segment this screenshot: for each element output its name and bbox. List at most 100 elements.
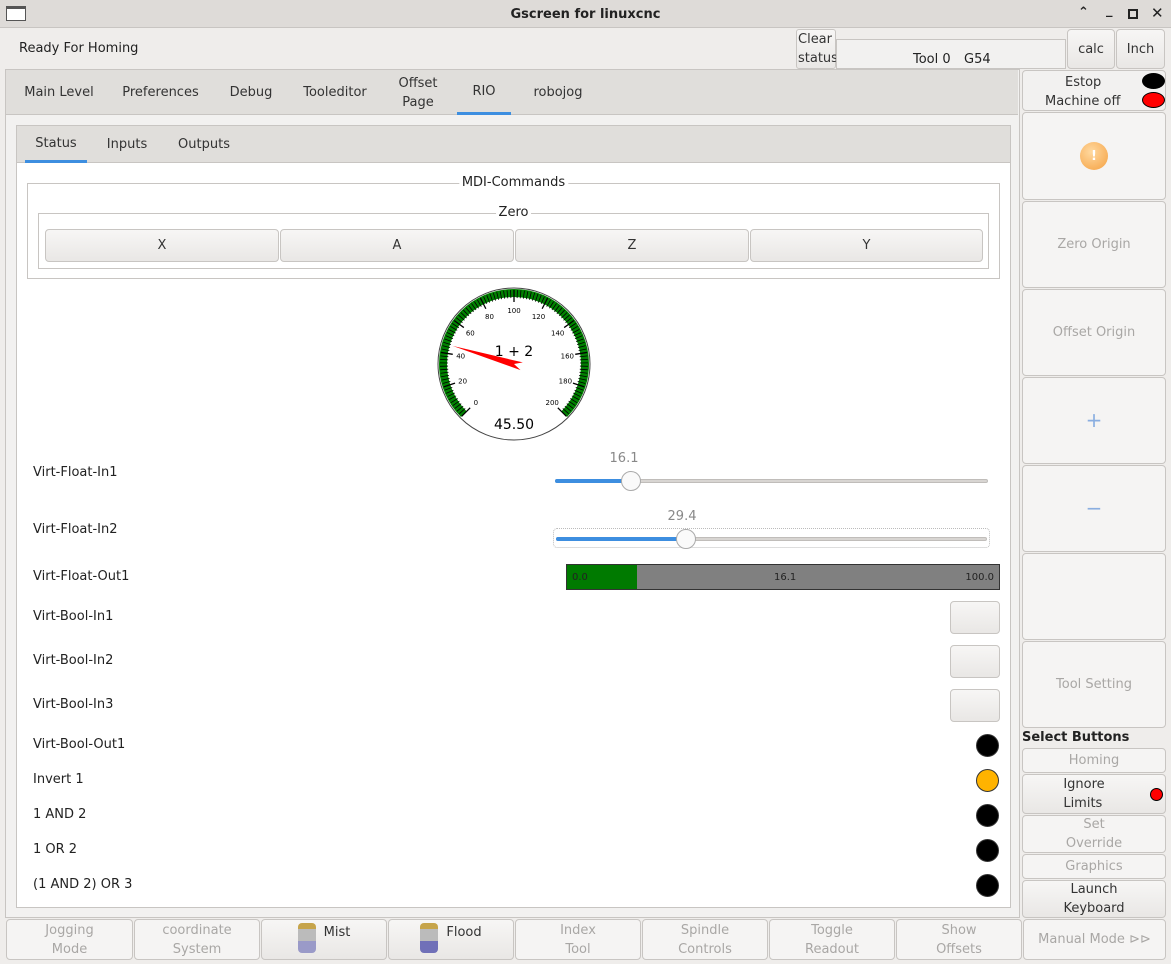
gauge-tick-label: 0 — [474, 399, 478, 407]
zero-a-button[interactable]: A — [280, 229, 514, 262]
machine-led — [1142, 92, 1165, 108]
gauge-tick-label: 140 — [551, 329, 564, 337]
float-out1-label: Virt-Float-Out1 — [33, 569, 130, 584]
homing-button[interactable]: Homing — [1022, 748, 1166, 773]
slider-fill — [555, 479, 632, 483]
select-buttons-title: Select Buttons — [1022, 730, 1130, 745]
clear-status-button[interactable]: Clear status — [796, 29, 838, 69]
gauge-tick — [579, 358, 588, 361]
tab-main-level[interactable]: Main Level — [16, 70, 102, 115]
float-in1-value: 16.1 — [609, 451, 639, 466]
close-button[interactable]: ✕ — [1151, 4, 1164, 22]
float-in2-slider[interactable] — [553, 528, 990, 549]
gauge-tick-label: 200 — [545, 399, 558, 407]
tool-number: Tool 0 — [913, 52, 951, 67]
invert1-led — [976, 769, 999, 792]
gauge-value: 45.50 — [494, 417, 534, 433]
bool-out1-led — [976, 734, 999, 757]
mist-button[interactable]: Mist — [261, 919, 387, 960]
gauge-tick — [440, 358, 449, 361]
blank-button[interactable] — [1022, 553, 1166, 640]
index-tool-button[interactable]: Index Tool — [515, 919, 641, 960]
gauge-tick-label: 60 — [466, 329, 475, 337]
coordinate-system-button[interactable]: coordinate System — [134, 919, 260, 960]
bool-in1-label: Virt-Bool-In1 — [33, 609, 114, 624]
subtab-bar — [17, 126, 1010, 163]
slider-fill — [556, 537, 688, 541]
show-offsets-button[interactable]: Show Offsets — [896, 919, 1022, 960]
and-or-led — [976, 874, 999, 897]
tab-tooleditor[interactable]: Tooleditor — [295, 70, 375, 115]
mist-label: Mist — [323, 925, 351, 940]
subtab-status[interactable]: Status — [25, 126, 87, 163]
calc-button[interactable]: calc — [1067, 29, 1115, 69]
ignore-limits-label: Ignore Limits — [1063, 777, 1105, 811]
mdi-commands-title: MDI-Commands — [458, 175, 569, 191]
tab-rio[interactable]: RIO — [457, 70, 511, 115]
float-in2-value: 29.4 — [667, 509, 697, 524]
zero-x-button[interactable]: X — [45, 229, 279, 262]
zero-z-button[interactable]: Z — [515, 229, 749, 262]
tab-offset-page[interactable]: Offset Page — [388, 70, 448, 115]
estop-label: Estop — [1065, 75, 1102, 90]
launch-keyboard-button[interactable]: Launch Keyboard — [1022, 880, 1166, 918]
gauge: 0204060801001201401601802001 + 245.50 — [437, 287, 591, 441]
window-title: Gscreen for linuxcnc — [510, 7, 661, 22]
float-in2-label: Virt-Float-In2 — [33, 522, 118, 537]
minus-button[interactable]: − — [1022, 465, 1166, 552]
progress-min: 0.0 — [572, 572, 588, 583]
tab-preferences[interactable]: Preferences — [113, 70, 208, 115]
manual-mode-button[interactable]: Manual Mode ⊳⊳ — [1023, 919, 1166, 960]
gauge-tick-label: 180 — [559, 378, 572, 386]
zero-origin-button[interactable]: Zero Origin — [1022, 201, 1166, 288]
or-label: 1 OR 2 — [33, 842, 78, 857]
plus-button[interactable]: + — [1022, 377, 1166, 464]
gauge-tick-label: 160 — [561, 353, 574, 361]
toggle-readout-button[interactable]: Toggle Readout — [769, 919, 895, 960]
ignore-limits-button[interactable]: Ignore Limits — [1022, 774, 1166, 814]
minimize-button[interactable]: _ — [1106, 3, 1113, 18]
bool-in3-label: Virt-Bool-In3 — [33, 697, 114, 712]
ignore-limits-led — [1150, 788, 1163, 801]
status-message: Ready For Homing — [19, 41, 139, 56]
subtab-outputs[interactable]: Outputs — [168, 126, 240, 163]
offset-origin-button[interactable]: Offset Origin — [1022, 289, 1166, 376]
flood-button[interactable]: Flood — [388, 919, 514, 960]
subtab-inputs[interactable]: Inputs — [97, 126, 157, 163]
bool-in3-button[interactable] — [950, 689, 1000, 722]
or-led — [976, 839, 999, 862]
estop-panel: Estop Machine off — [1022, 70, 1166, 111]
invert1-label: Invert 1 — [33, 772, 84, 787]
warning-icon: ! — [1080, 142, 1108, 170]
units-button[interactable]: Inch — [1116, 29, 1165, 69]
set-override-button[interactable]: Set Override — [1022, 815, 1166, 853]
gauge-tick-label: 80 — [485, 313, 494, 321]
mist-icon — [297, 923, 316, 953]
clear-label: Clear — [798, 32, 832, 47]
float-in1-label: Virt-Float-In1 — [33, 465, 118, 480]
bool-in2-button[interactable] — [950, 645, 1000, 678]
machine-label: Machine off — [1045, 94, 1121, 109]
spindle-controls-button[interactable]: Spindle Controls — [642, 919, 768, 960]
maximize-button[interactable] — [1128, 9, 1138, 19]
progress-max: 100.0 — [965, 572, 994, 583]
slider-handle[interactable] — [621, 471, 642, 491]
status-label: status — [798, 51, 838, 66]
tool-setting-button[interactable]: Tool Setting — [1022, 641, 1166, 728]
warning-button[interactable]: ! — [1022, 112, 1166, 200]
and-or-label: (1 AND 2) OR 3 — [33, 877, 133, 892]
tab-robojog[interactable]: robojog — [522, 70, 594, 115]
gauge-tick-label: 20 — [458, 378, 467, 386]
tab-debug[interactable]: Debug — [222, 70, 280, 115]
gauge-tick-label: 100 — [507, 307, 520, 315]
progress-value: 16.1 — [774, 572, 797, 583]
graphics-button[interactable]: Graphics — [1022, 854, 1166, 879]
zero-title: Zero — [495, 205, 532, 221]
bool-in1-button[interactable] — [950, 601, 1000, 634]
shade-button[interactable]: ⌃ — [1078, 5, 1089, 20]
float-in1-slider[interactable] — [555, 471, 988, 491]
zero-y-button[interactable]: Y — [750, 229, 983, 262]
jogging-mode-button[interactable]: Jogging Mode — [6, 919, 133, 960]
slider-handle[interactable] — [676, 529, 696, 549]
flood-label: Flood — [446, 925, 482, 940]
